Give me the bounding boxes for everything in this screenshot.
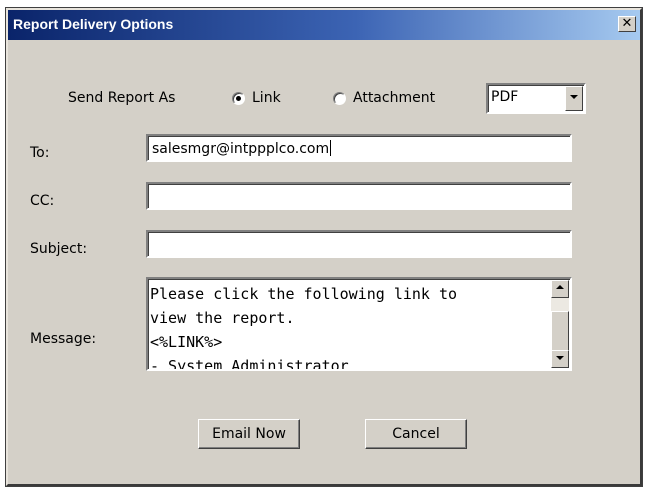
- message-label: Message:: [30, 331, 97, 347]
- close-button[interactable]: ✕: [618, 16, 636, 32]
- chevron-down-icon: [570, 95, 578, 99]
- message-scrollbar[interactable]: [551, 280, 569, 368]
- radio-selected-dot: [236, 96, 241, 101]
- scroll-thumb[interactable]: [551, 311, 569, 351]
- to-field-value: salesmgr@intppplco.com: [152, 140, 332, 157]
- text-caret: [330, 140, 332, 156]
- to-field[interactable]: salesmgr@intppplco.com: [146, 134, 572, 162]
- cc-field[interactable]: [146, 182, 572, 210]
- radio-attachment-label[interactable]: Attachment: [353, 90, 435, 106]
- message-line: Please click the following link to: [150, 285, 458, 303]
- radio-link-label[interactable]: Link: [252, 90, 281, 106]
- message-line: view the report.: [150, 309, 295, 327]
- message-line: - System Administrator: [150, 357, 349, 371]
- email-now-button[interactable]: Email Now: [198, 419, 300, 449]
- chevron-down-icon: [556, 356, 564, 360]
- to-label: To:: [30, 145, 50, 161]
- format-select[interactable]: PDF: [486, 83, 586, 114]
- format-select-value: PDF: [491, 89, 519, 105]
- title-bar[interactable]: Report Delivery Options ✕: [8, 10, 640, 40]
- subject-field[interactable]: [146, 230, 572, 258]
- scroll-down-button[interactable]: [551, 350, 569, 368]
- cc-label: CC:: [30, 193, 55, 209]
- radio-link[interactable]: [232, 92, 245, 105]
- send-report-as-label: Send Report As: [68, 90, 176, 106]
- subject-label: Subject:: [30, 241, 88, 257]
- message-line: <%LINK%>: [150, 333, 223, 351]
- radio-attachment[interactable]: [333, 92, 346, 105]
- dialog-title: Report Delivery Options: [13, 16, 174, 32]
- report-delivery-dialog: Report Delivery Options ✕ Send Report As…: [5, 7, 643, 487]
- format-dropdown-button[interactable]: [565, 86, 583, 111]
- close-icon: ✕: [621, 16, 633, 31]
- message-textarea[interactable]: Please click the following link to view …: [146, 277, 572, 371]
- chevron-up-icon: [556, 285, 564, 289]
- cancel-button[interactable]: Cancel: [365, 419, 467, 449]
- scroll-up-button[interactable]: [551, 280, 569, 298]
